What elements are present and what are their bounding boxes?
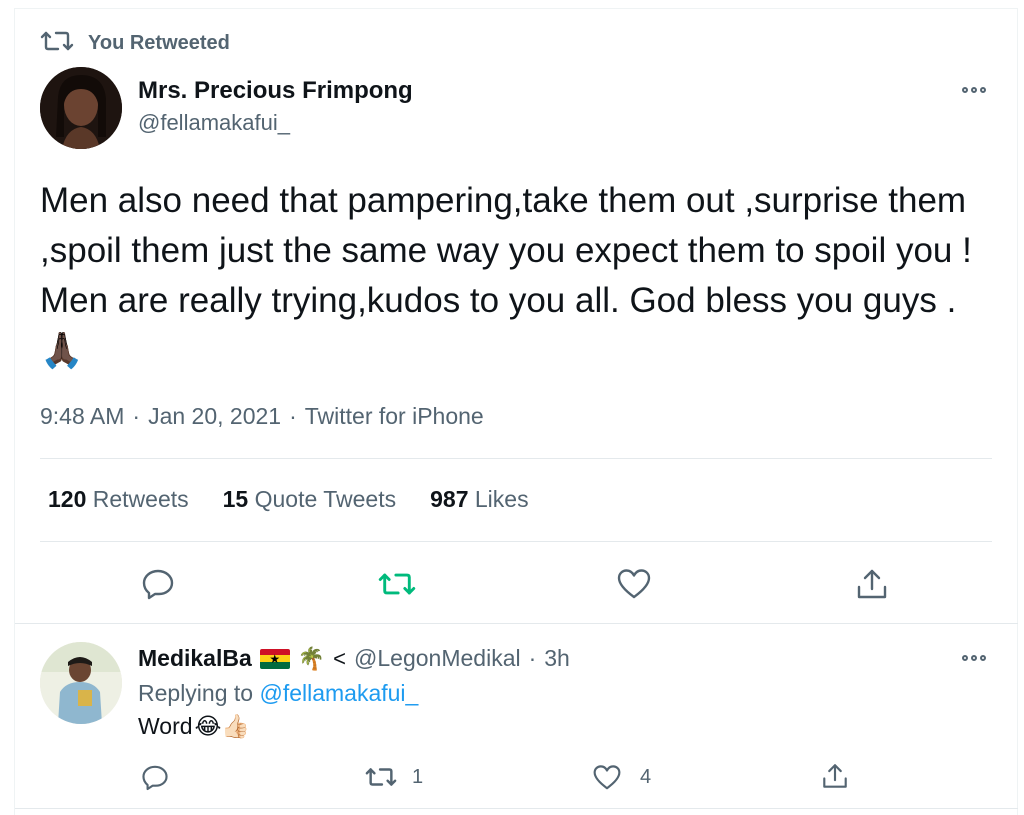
tweet-time[interactable]: 9:48 AM [40, 403, 124, 430]
reply-more-icon[interactable] [962, 655, 986, 661]
reply-author-avatar[interactable] [40, 642, 122, 724]
author-handle[interactable]: @fellamakafui_ [138, 110, 290, 136]
likes-stat[interactable]: 987 Likes [430, 486, 528, 513]
reply-text-emojis: 😂👍🏻 [194, 713, 251, 739]
replying-handle-link[interactable]: @fellamakafui_ [259, 680, 418, 706]
palm-tree-emoji: 🌴 [297, 645, 326, 671]
quotes-count: 15 [222, 486, 249, 512]
divider [15, 623, 1018, 624]
reply-text-body: Word [138, 713, 193, 739]
reply-author-name[interactable]: MedikalBa [138, 645, 252, 672]
author-avatar[interactable] [40, 67, 122, 149]
likes-label: Likes [474, 486, 529, 512]
ghana-flag-icon: ★ [259, 648, 290, 669]
tweet-text: Men also need that pampering,take them o… [40, 181, 972, 370]
more-icon[interactable] [962, 87, 986, 93]
retweet-icon [378, 573, 416, 595]
like-button[interactable] [616, 566, 652, 602]
share-icon [823, 764, 847, 788]
retweet-icon [365, 768, 397, 786]
share-icon [857, 569, 887, 599]
reply-like-button[interactable] [592, 762, 622, 792]
reply-icon [142, 569, 174, 600]
retweets-label: Retweets [92, 486, 189, 512]
meta-separator: · [132, 403, 141, 429]
reply-retweet-button[interactable] [364, 762, 398, 792]
reply-text: Word 😂👍🏻 [138, 713, 250, 740]
divider [15, 808, 1018, 809]
reply-share-button[interactable] [820, 761, 850, 791]
reply-author-handle[interactable]: @LegonMedikal [354, 645, 521, 672]
divider [40, 541, 992, 542]
retweets-count: 120 [48, 486, 87, 512]
quotes-label: Quote Tweets [254, 486, 397, 512]
likes-count: 987 [430, 486, 469, 512]
share-button[interactable] [854, 566, 890, 602]
author-extra-char: < [333, 645, 347, 671]
meta-separator: · [289, 403, 297, 429]
reply-time[interactable]: 3h [544, 645, 570, 672]
reply-header: MedikalBa ★ 🌴 < @LegonMedikal · 3h [138, 645, 570, 672]
reply-retweet-count: 1 [412, 766, 424, 788]
tweet-date[interactable]: Jan 20, 2021 [148, 403, 281, 430]
reply-like-count: 4 [640, 766, 652, 788]
replying-prefix: Replying to [138, 680, 254, 706]
retweeted-banner: You Retweeted [40, 28, 230, 58]
heart-icon [593, 764, 621, 789]
heart-icon [617, 569, 651, 599]
tweet-stats: 120 Retweets 15 Quote Tweets 987 Likes [48, 486, 529, 513]
retweet-button[interactable] [378, 566, 416, 602]
author-name[interactable]: Mrs. Precious Frimpong [138, 77, 413, 105]
retweets-stat[interactable]: 120 Retweets [48, 486, 189, 513]
divider [40, 458, 992, 459]
replying-to: Replying to @fellamakafui_ [138, 680, 418, 707]
reply-reply-button[interactable] [140, 762, 170, 792]
retweet-banner-icon [40, 29, 74, 58]
tweet-meta: 9:48 AM · Jan 20, 2021 · Twitter for iPh… [40, 403, 484, 430]
reply-icon [142, 765, 168, 790]
quotes-stat[interactable]: 15 Quote Tweets [223, 486, 396, 513]
tweet-source[interactable]: Twitter for iPhone [305, 403, 484, 430]
retweeted-label: You Retweeted [88, 31, 230, 54]
reply-separator: · [528, 645, 537, 671]
reply-button[interactable] [140, 566, 176, 602]
